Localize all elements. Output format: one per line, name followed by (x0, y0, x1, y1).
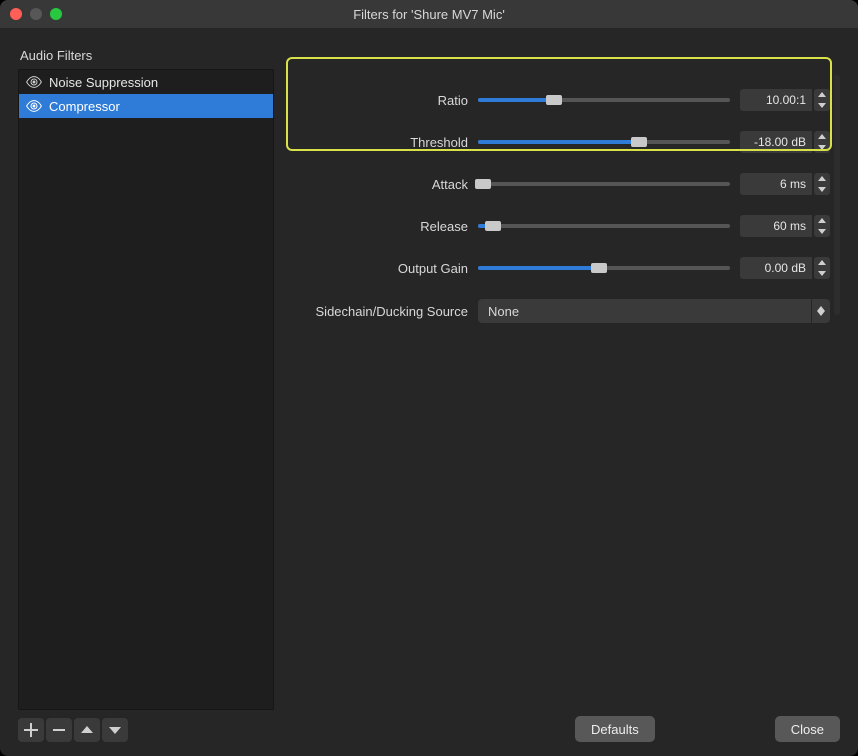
chevron-up-icon (814, 215, 830, 226)
filter-list[interactable]: Noise Suppression Compressor (18, 69, 274, 710)
threshold-row: Threshold -18.00 dB (292, 121, 830, 163)
audio-filters-label: Audio Filters (20, 48, 840, 63)
chevron-down-icon (814, 226, 830, 237)
visibility-icon[interactable] (25, 99, 43, 113)
titlebar: Filters for 'Shure MV7 Mic' (0, 0, 858, 28)
attack-row: Attack 6 ms (292, 163, 830, 205)
threshold-stepper[interactable] (814, 131, 830, 153)
output-gain-row: Output Gain 0.00 dB (292, 247, 830, 289)
threshold-slider[interactable] (478, 134, 730, 150)
close-window-icon[interactable] (10, 8, 22, 20)
chevron-down-icon (814, 268, 830, 279)
chevron-down-icon (814, 100, 830, 111)
release-slider[interactable] (478, 218, 730, 234)
attack-stepper[interactable] (814, 173, 830, 195)
ratio-stepper[interactable] (814, 89, 830, 111)
filters-window: Filters for 'Shure MV7 Mic' Audio Filter… (0, 0, 858, 756)
filter-row-noise-suppression[interactable]: Noise Suppression (19, 70, 273, 94)
chevron-down-icon (814, 184, 830, 195)
output-gain-label: Output Gain (292, 261, 478, 276)
attack-label: Attack (292, 177, 478, 192)
sidechain-select-arrows[interactable] (812, 299, 830, 323)
sidechain-select[interactable]: None (478, 299, 811, 323)
minimize-window-icon[interactable] (30, 8, 42, 20)
visibility-icon[interactable] (25, 75, 43, 89)
threshold-label: Threshold (292, 135, 478, 150)
release-stepper[interactable] (814, 215, 830, 237)
window-controls (10, 8, 62, 20)
output-gain-value[interactable]: 0.00 dB (740, 257, 812, 279)
move-down-button[interactable] (102, 718, 128, 742)
window-body: Audio Filters Noise Suppression Compre (0, 28, 858, 756)
vertical-scrollbar[interactable] (834, 75, 840, 315)
compressor-controls: Ratio 10.00:1 (292, 69, 830, 329)
sidechain-row: Sidechain/Ducking Source None (292, 293, 830, 329)
close-button[interactable]: Close (775, 716, 840, 742)
footer: Defaults Close (292, 706, 840, 742)
chevron-up-icon (814, 89, 830, 100)
window-title: Filters for 'Shure MV7 Mic' (0, 7, 858, 22)
chevron-down-icon (814, 142, 830, 153)
output-gain-stepper[interactable] (814, 257, 830, 279)
release-label: Release (292, 219, 478, 234)
ratio-row: Ratio 10.00:1 (292, 79, 830, 121)
remove-filter-button[interactable] (46, 718, 72, 742)
sidechain-label: Sidechain/Ducking Source (292, 304, 478, 319)
ratio-value[interactable]: 10.00:1 (740, 89, 812, 111)
chevron-up-icon (814, 131, 830, 142)
release-row: Release 60 ms (292, 205, 830, 247)
output-gain-slider[interactable] (478, 260, 730, 276)
filter-name: Compressor (49, 99, 120, 114)
ratio-slider[interactable] (478, 92, 730, 108)
columns: Noise Suppression Compressor (18, 69, 840, 742)
threshold-value[interactable]: -18.00 dB (740, 131, 812, 153)
release-value[interactable]: 60 ms (740, 215, 812, 237)
chevron-down-icon (817, 311, 825, 316)
properties-panel: Ratio 10.00:1 (292, 69, 840, 742)
chevron-up-icon (814, 173, 830, 184)
filter-list-buttons (18, 718, 274, 742)
ratio-label: Ratio (292, 93, 478, 108)
defaults-button[interactable]: Defaults (575, 716, 655, 742)
attack-slider[interactable] (478, 176, 730, 192)
sidebar: Noise Suppression Compressor (18, 69, 274, 742)
sidechain-value: None (488, 304, 519, 319)
chevron-up-icon (814, 257, 830, 268)
filter-name: Noise Suppression (49, 75, 158, 90)
move-up-button[interactable] (74, 718, 100, 742)
attack-value[interactable]: 6 ms (740, 173, 812, 195)
filter-row-compressor[interactable]: Compressor (19, 94, 273, 118)
zoom-window-icon[interactable] (50, 8, 62, 20)
add-filter-button[interactable] (18, 718, 44, 742)
